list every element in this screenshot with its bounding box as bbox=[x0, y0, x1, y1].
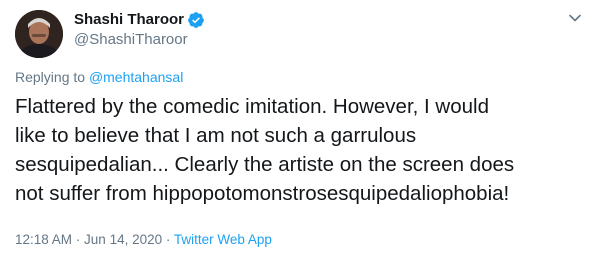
author-display-name[interactable]: Shashi Tharoor bbox=[74, 10, 184, 30]
tweet-text-line: not suffer from hippopotomonstrosesquipe… bbox=[15, 182, 510, 205]
chevron-down-icon[interactable] bbox=[565, 8, 585, 28]
tweet-time[interactable]: 12:18 AM bbox=[15, 232, 72, 247]
replying-to-mention[interactable]: @mehtahansal bbox=[89, 69, 183, 85]
tweet-text-line: sesquipedalian... Clearly the artiste on… bbox=[15, 153, 515, 176]
tweet-card: Shashi Tharoor @ShashiTharoor Replying t… bbox=[0, 0, 600, 264]
tweet-meta: 12:18 AM · Jun 14, 2020 · Twitter Web Ap… bbox=[15, 231, 272, 249]
tweet-date[interactable]: Jun 14, 2020 bbox=[84, 232, 162, 247]
tweet-text-line: Flattered by the comedic imitation. Howe… bbox=[15, 95, 489, 118]
tweet-text: Flattered by the comedic imitation. Howe… bbox=[15, 92, 590, 208]
avatar-image bbox=[15, 10, 63, 58]
replying-to-line: Replying to @mehtahansal bbox=[15, 68, 183, 86]
author-handle[interactable]: @ShashiTharoor bbox=[74, 30, 188, 50]
tweet-source[interactable]: Twitter Web App bbox=[174, 232, 272, 247]
avatar[interactable] bbox=[15, 10, 63, 58]
meta-separator: · bbox=[162, 232, 174, 247]
replying-to-prefix: Replying to bbox=[15, 69, 89, 85]
tweet-text-line: like to believe that I am not such a gar… bbox=[15, 124, 417, 147]
meta-separator: · bbox=[72, 232, 85, 247]
verified-badge-icon bbox=[187, 11, 205, 29]
author-name-row: Shashi Tharoor bbox=[74, 10, 205, 30]
